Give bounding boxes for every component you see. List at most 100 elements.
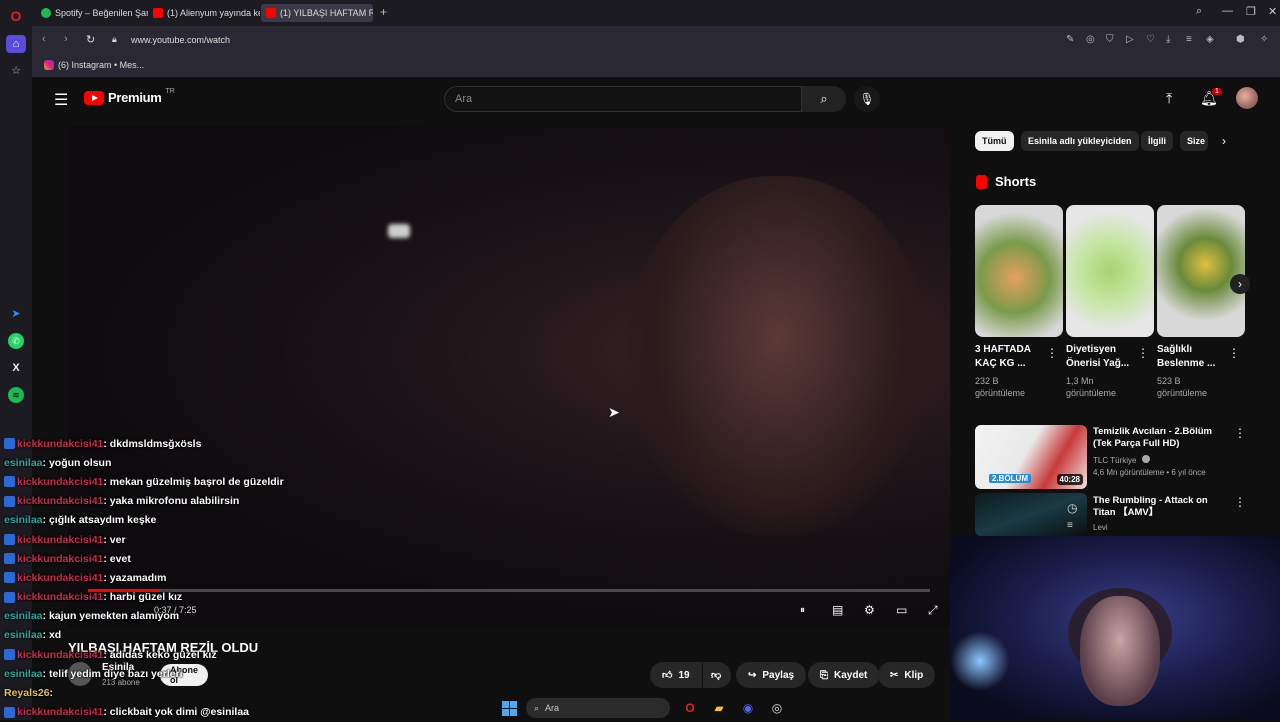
search-input[interactable] (445, 87, 801, 111)
opera-taskbar-icon[interactable]: O (682, 699, 698, 717)
close-icon[interactable]: ✕ (1268, 5, 1277, 18)
shorts-next-button[interactable]: › (1230, 274, 1250, 294)
x-twitter-icon[interactable]: X (8, 360, 24, 376)
download-icon[interactable]: ⤓ (1166, 34, 1170, 45)
save-button[interactable]: ⎘ Kaydet (808, 662, 880, 688)
recommendation-title[interactable]: The Rumbling - Attack on Titan 【AMV】 (1093, 495, 1231, 519)
short-title[interactable]: 3 HAFTADA KAÇ KG ... (975, 343, 1049, 371)
home-icon[interactable]: ⌂ (6, 35, 26, 53)
chip-for-you[interactable]: Size (1180, 131, 1208, 151)
more-vert-icon[interactable]: ⋮ (1234, 426, 1246, 440)
chip-related[interactable]: İlgili (1141, 131, 1173, 151)
tab-label: (1) Alienyum yayında ken (167, 8, 260, 18)
dislike-button[interactable]: 👎︎ (703, 662, 731, 688)
obs-icon[interactable]: ◎ (768, 699, 786, 717)
play-icon[interactable]: ▷ (1126, 34, 1134, 45)
chat-message: kickkundakcisi41: ver (4, 530, 404, 549)
fullscreen-icon[interactable]: ⤢ (928, 603, 938, 618)
star-icon[interactable]: ☆ (8, 62, 24, 78)
short-title[interactable]: Diyetisyen Önerisi Yağ... (1066, 343, 1140, 371)
ai-icon[interactable]: ✧ (1260, 34, 1268, 45)
chevron-right-icon[interactable]: › (1222, 134, 1226, 148)
back-icon[interactable]: ‹ (42, 33, 46, 45)
more-vert-icon[interactable]: ⋮ (1234, 495, 1246, 509)
short-thumbnail[interactable] (1157, 205, 1245, 337)
bookmark-icon: ⎘ (820, 669, 828, 681)
share-button[interactable]: ↪ Paylaş (736, 662, 807, 688)
reload-icon[interactable]: ↻ (86, 33, 95, 46)
extension-icon[interactable]: ⬢ (1236, 34, 1245, 45)
edit-icon[interactable]: ✎ (1066, 34, 1074, 45)
camera-icon[interactable]: ◎ (1086, 34, 1095, 45)
tab-youtube-live[interactable]: (1) Alienyum yayında ken (148, 4, 260, 22)
tab-youtube-active[interactable]: (1) YILBAŞI HAFTAM REZİ (261, 4, 373, 22)
short-thumbnail[interactable] (975, 205, 1063, 337)
share-icon: ↪ (748, 669, 757, 681)
hamburger-menu-icon[interactable]: ☰ (54, 90, 68, 110)
chat-text: : harbi güzel kız (103, 591, 183, 604)
chat-text: : dkdmsldmsğxösls (103, 437, 202, 450)
clip-button[interactable]: ✂ Klip (878, 662, 936, 688)
settings-gear-icon[interactable]: ⚙ (864, 603, 875, 617)
maximize-icon[interactable]: ❐ (1246, 5, 1256, 18)
chat-message: kickkundakcisi41: adidas keko güzel kız (4, 645, 404, 664)
more-vert-icon[interactable]: ⋮ (1046, 346, 1058, 360)
chat-text: : mekan güzelmiş başrol de güzeldir (103, 475, 284, 488)
theater-mode-icon[interactable]: ▭ (896, 603, 907, 617)
discord-icon[interactable]: ◉ (739, 699, 757, 717)
messenger-icon[interactable]: ➤ (8, 305, 24, 321)
opera-logo-icon[interactable]: O (8, 8, 24, 24)
chat-message: kickkundakcisi41: harbi güzel kız (4, 588, 404, 607)
recommendation-thumbnail[interactable]: 2.BÖLÜM 40:28 (975, 425, 1087, 489)
bookmark-instagram[interactable]: (6) Instagram • Mes... (44, 60, 144, 70)
new-tab-icon[interactable]: + (380, 5, 387, 19)
minimize-icon[interactable]: — (1222, 5, 1233, 17)
recommendation-thumbnail[interactable]: ◷ ≡ (975, 493, 1087, 536)
search-tabs-icon[interactable]: ⌕ (1196, 5, 1202, 18)
subtitles-icon[interactable]: ▤ (832, 603, 843, 617)
more-vert-icon[interactable]: ⋮ (1228, 346, 1240, 360)
clip-label: Klip (904, 669, 924, 681)
windows-taskbar: ⌕ Ara O ▰ ◉ ◎ (400, 696, 800, 720)
short-title[interactable]: Sağlıklı Beslenme ... (1157, 343, 1231, 371)
recommendation-meta: 4,6 Mn görüntüleme • 6 yıl önce (1093, 468, 1206, 477)
url-field[interactable]: www.youtube.com/watch (131, 35, 230, 45)
windows-start-icon[interactable] (500, 699, 518, 717)
search-button[interactable]: ⌕ (802, 86, 846, 112)
chip-from-uploader[interactable]: Esinila adlı yükleyiciden (1021, 131, 1139, 151)
shield-icon[interactable]: ⛉ (1106, 34, 1114, 45)
folder-icon[interactable]: ▰ (710, 699, 728, 717)
spotify-icon[interactable]: ≋ (8, 387, 24, 403)
autoplay-toggle-icon[interactable]: ⏸ (800, 605, 805, 616)
like-button[interactable]: 👍︎ 19 (650, 662, 702, 688)
account-avatar[interactable] (1236, 87, 1258, 109)
menu-icon[interactable]: ≡ (1186, 34, 1192, 45)
chat-username: kickkundakcisi41 (17, 571, 104, 584)
chat-username: esinilaa (4, 514, 43, 527)
short-views: 232 B görüntüleme (975, 376, 1026, 398)
heart-icon[interactable]: ♡ (1146, 34, 1155, 45)
chip-all[interactable]: Tümü (975, 131, 1014, 151)
chat-username: esinilaa (4, 667, 43, 680)
chat-message: kickkundakcisi41: mekan güzelmiş başrol … (4, 472, 404, 491)
bookmark-label: (6) Instagram • Mes... (58, 60, 145, 70)
upload-icon[interactable]: ⤒ (1166, 90, 1172, 107)
save-label: Kaydet (834, 669, 868, 681)
forward-icon[interactable]: › (64, 33, 68, 45)
chat-text: : çığlık atsaydım keşke (42, 514, 157, 527)
more-vert-icon[interactable]: ⋮ (1137, 346, 1149, 360)
recommendation-title[interactable]: Temizlik Avcıları - 2.Bölüm (Tek Parça F… (1093, 426, 1231, 450)
whatsapp-icon[interactable]: ✆ (8, 333, 24, 349)
chat-message: kickkundakcisi41: dkdmsldmsğxösls (4, 434, 404, 453)
chat-text: : adidas keko güzel kız (103, 648, 217, 661)
wallet-icon[interactable]: ◈ (1206, 34, 1214, 45)
youtube-favicon-icon (153, 8, 163, 18)
taskbar-search[interactable]: ⌕ Ara (526, 698, 670, 718)
chat-text: : telif yedim diye bazı yerleri (42, 667, 183, 680)
voice-search-button[interactable]: 🎙︎ (854, 86, 880, 112)
youtube-logo[interactable]: Premium TR (84, 88, 175, 105)
short-thumbnail[interactable] (1066, 205, 1154, 337)
chat-message: esinilaa: telif yedim diye bazı yerleri (4, 664, 404, 683)
tab-spotify[interactable]: Spotify – Beğenilen Şarkıl (36, 4, 148, 22)
chat-badge-icon (4, 495, 15, 507)
